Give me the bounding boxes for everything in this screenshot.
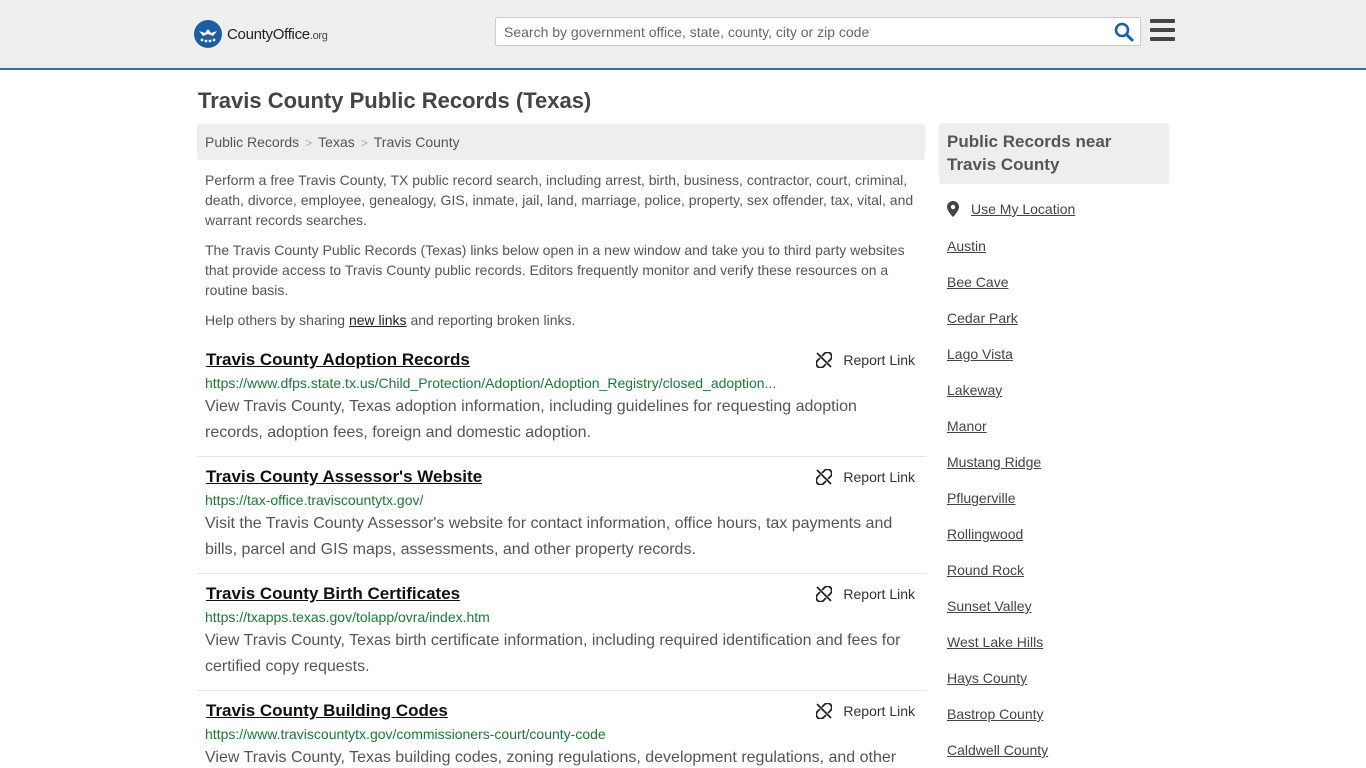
place-link-rollingwood[interactable]: Rollingwood (947, 526, 1023, 542)
logo-brand: CountyOffice (227, 25, 310, 43)
logo-tld: .org (309, 29, 328, 42)
record-title-link[interactable]: Travis County Adoption Records (206, 350, 470, 370)
record-url[interactable]: https://www.traviscountytx.gov/commissio… (205, 726, 606, 742)
record-description: View Travis County, Texas birth certific… (205, 632, 901, 675)
broken-link-icon (816, 703, 833, 719)
page-title: Travis County Public Records (Texas) (198, 88, 592, 113)
report-link-label: Report Link (843, 469, 915, 485)
hamburger-menu-icon[interactable] (1150, 19, 1175, 41)
report-link-label: Report Link (843, 586, 915, 602)
record-item: Travis County Building Codes Report Link… (197, 701, 926, 768)
place-link-round-rock[interactable]: Round Rock (947, 562, 1024, 578)
report-link-button[interactable]: Report Link (816, 586, 915, 602)
record-title-link[interactable]: Travis County Building Codes (206, 701, 448, 721)
share-text-after: and reporting broken links. (410, 312, 576, 328)
search-input[interactable] (496, 18, 1106, 45)
breadcrumb: Public Records > Texas > Travis County (197, 124, 925, 160)
record-divider (197, 573, 926, 574)
breadcrumb-separator: > (360, 136, 368, 150)
record-item: Travis County Birth Certificates Report … (197, 584, 926, 684)
record-description: View Travis County, Texas adoption infor… (205, 398, 857, 441)
search-bar (495, 17, 1141, 46)
place-link-hays-county[interactable]: Hays County (947, 670, 1027, 686)
place-link-mustang-ridge[interactable]: Mustang Ridge (947, 454, 1041, 470)
record-description: Visit the Travis County Assessor's websi… (205, 515, 893, 558)
report-link-button[interactable]: Report Link (816, 703, 915, 719)
map-pin-icon (947, 201, 959, 217)
record-divider (197, 456, 926, 457)
place-link-sunset-valley[interactable]: Sunset Valley (947, 598, 1032, 614)
record-item: Travis County Assessor's Website Report … (197, 467, 926, 567)
search-icon[interactable] (1114, 22, 1134, 42)
record-title-link[interactable]: Travis County Assessor's Website (206, 467, 482, 487)
share-text: Help others by sharing (205, 312, 346, 328)
logo-wordmark: CountyOffice.org (227, 26, 328, 43)
place-link-austin[interactable]: Austin (947, 238, 986, 254)
report-link-button[interactable]: Report Link (816, 352, 915, 368)
record-url[interactable]: https://tax-office.traviscountytx.gov/ (205, 492, 423, 508)
share-paragraph: Help others by sharing new links and rep… (205, 310, 920, 330)
breadcrumb-public-records[interactable]: Public Records (205, 134, 299, 150)
broken-link-icon (816, 469, 833, 485)
use-my-location-label: Use My Location (971, 201, 1076, 217)
place-link-cedar-park[interactable]: Cedar Park (947, 310, 1018, 326)
breadcrumb-current: Travis County (373, 134, 460, 150)
record-description: View Travis County, Texas building codes… (205, 749, 897, 766)
place-link-lago-vista[interactable]: Lago Vista (947, 346, 1013, 362)
broken-link-icon (816, 352, 833, 368)
record-url[interactable]: https://www.dfps.state.tx.us/Child_Prote… (205, 375, 776, 391)
intro-paragraph: Perform a free Travis County, TX public … (205, 172, 914, 228)
record-divider (197, 690, 926, 691)
sidebar-heading: Public Records near Travis County (939, 123, 1169, 184)
eagle-logo-icon (194, 20, 222, 48)
record-item: Travis County Adoption Records Report Li… (197, 350, 926, 450)
use-my-location-link[interactable]: Use My Location (947, 201, 1075, 217)
report-link-button[interactable]: Report Link (816, 469, 915, 485)
new-links-link[interactable]: new links (349, 312, 407, 328)
report-link-label: Report Link (843, 352, 915, 368)
place-link-lakeway[interactable]: Lakeway (947, 382, 1002, 398)
place-link-caldwell-county[interactable]: Caldwell County (947, 742, 1048, 758)
site-logo[interactable]: CountyOffice.org (194, 20, 328, 48)
broken-link-icon (816, 586, 833, 602)
record-title-link[interactable]: Travis County Birth Certificates (206, 584, 460, 604)
top-header: CountyOffice.org (0, 0, 1366, 70)
place-link-bee-cave[interactable]: Bee Cave (947, 274, 1008, 290)
place-link-manor[interactable]: Manor (947, 418, 987, 434)
place-link-bastrop-county[interactable]: Bastrop County (947, 706, 1044, 722)
place-link-pflugerville[interactable]: Pflugerville (947, 490, 1015, 506)
disclaimer-paragraph: The Travis County Public Records (Texas)… (205, 242, 905, 298)
record-url[interactable]: https://txapps.texas.gov/tolapp/ovra/ind… (205, 609, 490, 625)
breadcrumb-separator: > (305, 136, 313, 150)
place-link-west-lake-hills[interactable]: West Lake Hills (947, 634, 1043, 650)
report-link-label: Report Link (843, 703, 915, 719)
breadcrumb-texas[interactable]: Texas (318, 134, 355, 150)
